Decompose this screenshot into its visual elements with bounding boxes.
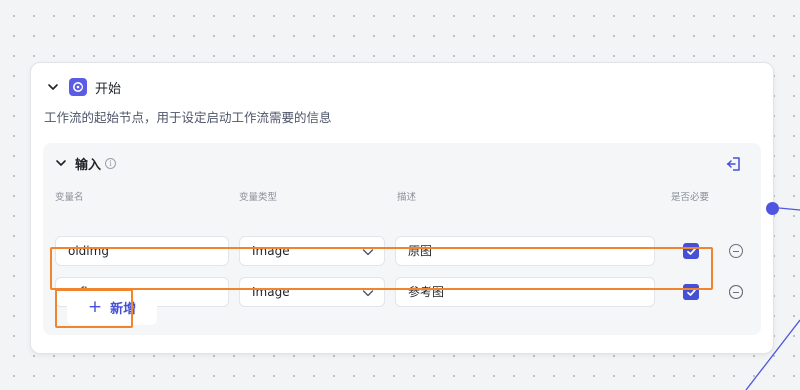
column-header-name: 变量名 <box>55 192 84 203</box>
variable-description-input[interactable]: 原图 <box>395 236 655 266</box>
variable-type-select[interactable]: Image <box>239 277 385 307</box>
start-node-card[interactable]: 开始 工作流的起始节点，用于设定启动工作流需要的信息 输入 i 变量名 变量类型… <box>30 62 774 354</box>
variable-description-input[interactable]: 参考图 <box>395 277 655 307</box>
output-port[interactable] <box>766 202 779 215</box>
add-variable-button[interactable]: + 新增 <box>67 289 157 325</box>
variable-type-value: Image <box>252 244 290 258</box>
remove-circle-icon[interactable] <box>729 285 743 299</box>
node-description: 工作流的起始节点，用于设定启动工作流需要的信息 <box>44 110 332 125</box>
required-checkbox[interactable] <box>683 243 699 259</box>
check-icon <box>686 247 696 255</box>
column-header-required: 是否必要 <box>671 192 710 203</box>
variable-name-input[interactable]: oldimg <box>55 236 229 266</box>
chevron-down-icon <box>362 249 374 256</box>
variable-row: oldimg Image 原图 <box>43 236 761 266</box>
start-node-icon <box>69 78 87 96</box>
chevron-down-icon[interactable] <box>45 79 61 95</box>
input-section: 输入 i 变量名 变量类型 描述 是否必要 oldimg Image 原图 Im… <box>43 143 761 335</box>
add-variable-label: 新增 <box>110 301 137 317</box>
info-icon[interactable]: i <box>105 157 117 169</box>
chevron-down-icon <box>362 290 374 297</box>
node-title: 开始 <box>95 81 122 97</box>
remove-circle-icon[interactable] <box>729 244 743 258</box>
column-header-description: 描述 <box>397 192 417 203</box>
check-icon <box>686 288 696 296</box>
variable-type-value: Image <box>252 285 290 299</box>
input-section-title: 输入 <box>75 157 102 173</box>
variable-type-select[interactable]: Image <box>239 236 385 266</box>
node-header: 开始 <box>45 77 121 97</box>
chevron-down-icon[interactable] <box>53 155 69 171</box>
input-section-header: 输入 i <box>53 153 117 173</box>
plus-icon: + <box>87 296 103 317</box>
import-variable-icon[interactable] <box>725 155 745 175</box>
column-header-type: 变量类型 <box>239 192 278 203</box>
required-checkbox[interactable] <box>683 284 699 300</box>
